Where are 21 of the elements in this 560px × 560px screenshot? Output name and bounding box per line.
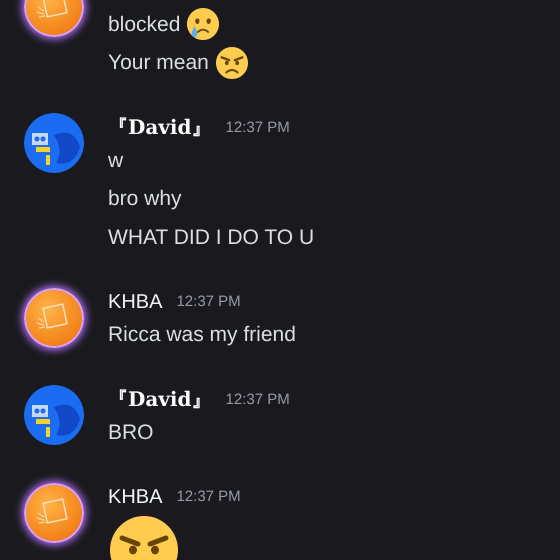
message-text: bro why [108, 186, 182, 212]
message-text: blocked [108, 12, 180, 38]
timestamp: 12:37 PM [176, 487, 241, 508]
message-text: w [108, 148, 124, 174]
avatar[interactable] [24, 482, 84, 542]
message-text: WHAT DID I DO TO U [108, 224, 314, 250]
avatar[interactable] [24, 288, 84, 348]
crying-face-icon [186, 7, 220, 42]
timestamp: 12:37 PM [176, 292, 241, 312]
message-text: Ricca was my friend [108, 322, 296, 348]
angry-face-icon [214, 46, 249, 80]
username[interactable]: 『David』 [108, 112, 212, 142]
avatar[interactable] [24, 113, 84, 173]
timestamp: 12:37 PM [226, 118, 290, 138]
username[interactable]: 『David』 [108, 384, 212, 414]
timestamp: 12:37 PM [226, 390, 290, 410]
username[interactable]: KHBA [108, 286, 162, 316]
avatar[interactable] [24, 385, 84, 445]
message-text: BRO [108, 420, 154, 446]
message-text: Your mean [108, 50, 209, 76]
username[interactable]: KHBA [108, 482, 162, 512]
